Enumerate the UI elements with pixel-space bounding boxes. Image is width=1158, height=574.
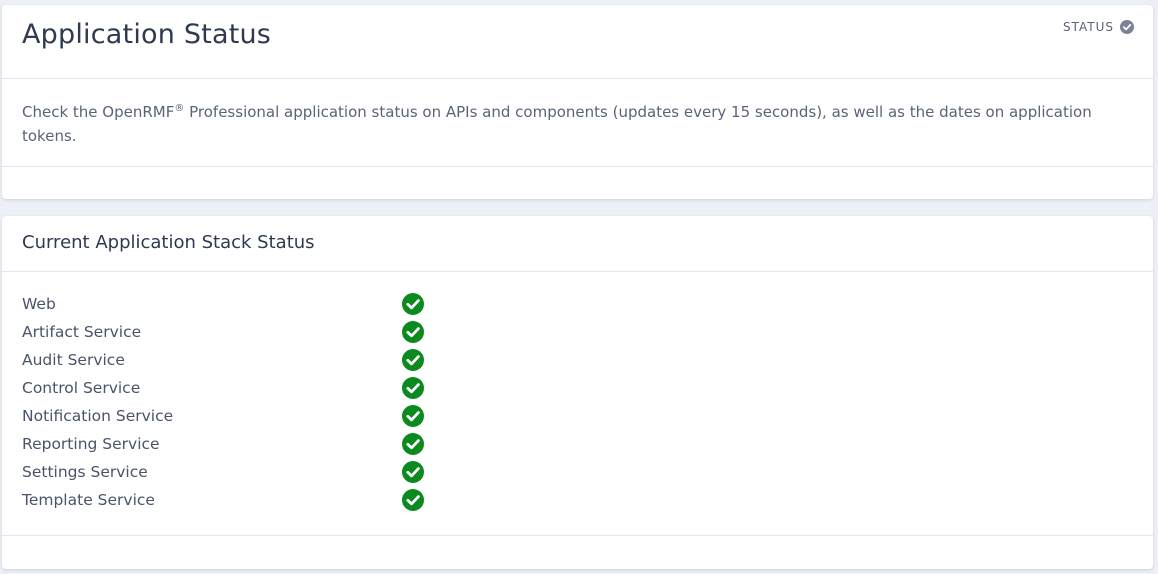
green-check-circle-icon <box>402 461 424 483</box>
service-row: Web <box>22 290 442 318</box>
status-label: STATUS <box>1062 20 1114 34</box>
page-title: Application Status <box>22 19 272 50</box>
green-check-circle-icon <box>402 321 424 343</box>
service-row: Template Service <box>22 486 442 514</box>
stack-status-card: Current Application Stack Status Web Arti… <box>2 216 1153 569</box>
application-status-header: Application Status STATUS <box>2 5 1153 79</box>
green-check-circle-icon <box>402 405 424 427</box>
green-check-circle-icon <box>402 489 424 511</box>
service-row: Artifact Service <box>22 318 442 346</box>
service-name: Control Service <box>22 379 141 397</box>
status-description: Check the OpenRMF® Professional applicat… <box>22 100 1092 148</box>
service-name: Template Service <box>22 491 155 509</box>
green-check-circle-icon <box>402 293 424 315</box>
green-check-circle-icon <box>402 377 424 399</box>
service-row: Settings Service <box>22 458 442 486</box>
service-name: Artifact Service <box>22 323 142 341</box>
service-row: Reporting Service <box>22 430 442 458</box>
green-check-circle-icon <box>402 433 424 455</box>
service-name: Web <box>22 295 56 313</box>
service-row: Audit Service <box>22 346 442 374</box>
stack-status-header: Current Application Stack Status <box>2 216 1153 272</box>
card-footer-divider <box>2 166 1153 167</box>
service-name: Reporting Service <box>22 435 160 453</box>
card-footer-divider <box>2 535 1153 536</box>
registered-mark: ® <box>174 103 185 114</box>
service-name: Notification Service <box>22 407 174 425</box>
service-name: Audit Service <box>22 351 125 369</box>
service-row: Control Service <box>22 374 442 402</box>
green-check-circle-icon <box>402 349 424 371</box>
section-title: Current Application Stack Status <box>22 232 315 253</box>
status-indicator[interactable]: STATUS <box>1063 20 1134 34</box>
check-circle-icon <box>1120 20 1134 34</box>
service-status-list: Web Artifact Service Audit Service Control … <box>22 290 442 514</box>
description-start: Check the OpenRMF <box>22 103 175 121</box>
application-status-card: Application Status STATUS Check the Open… <box>2 5 1153 199</box>
service-row: Notification Service <box>22 402 442 430</box>
service-name: Settings Service <box>22 463 148 481</box>
